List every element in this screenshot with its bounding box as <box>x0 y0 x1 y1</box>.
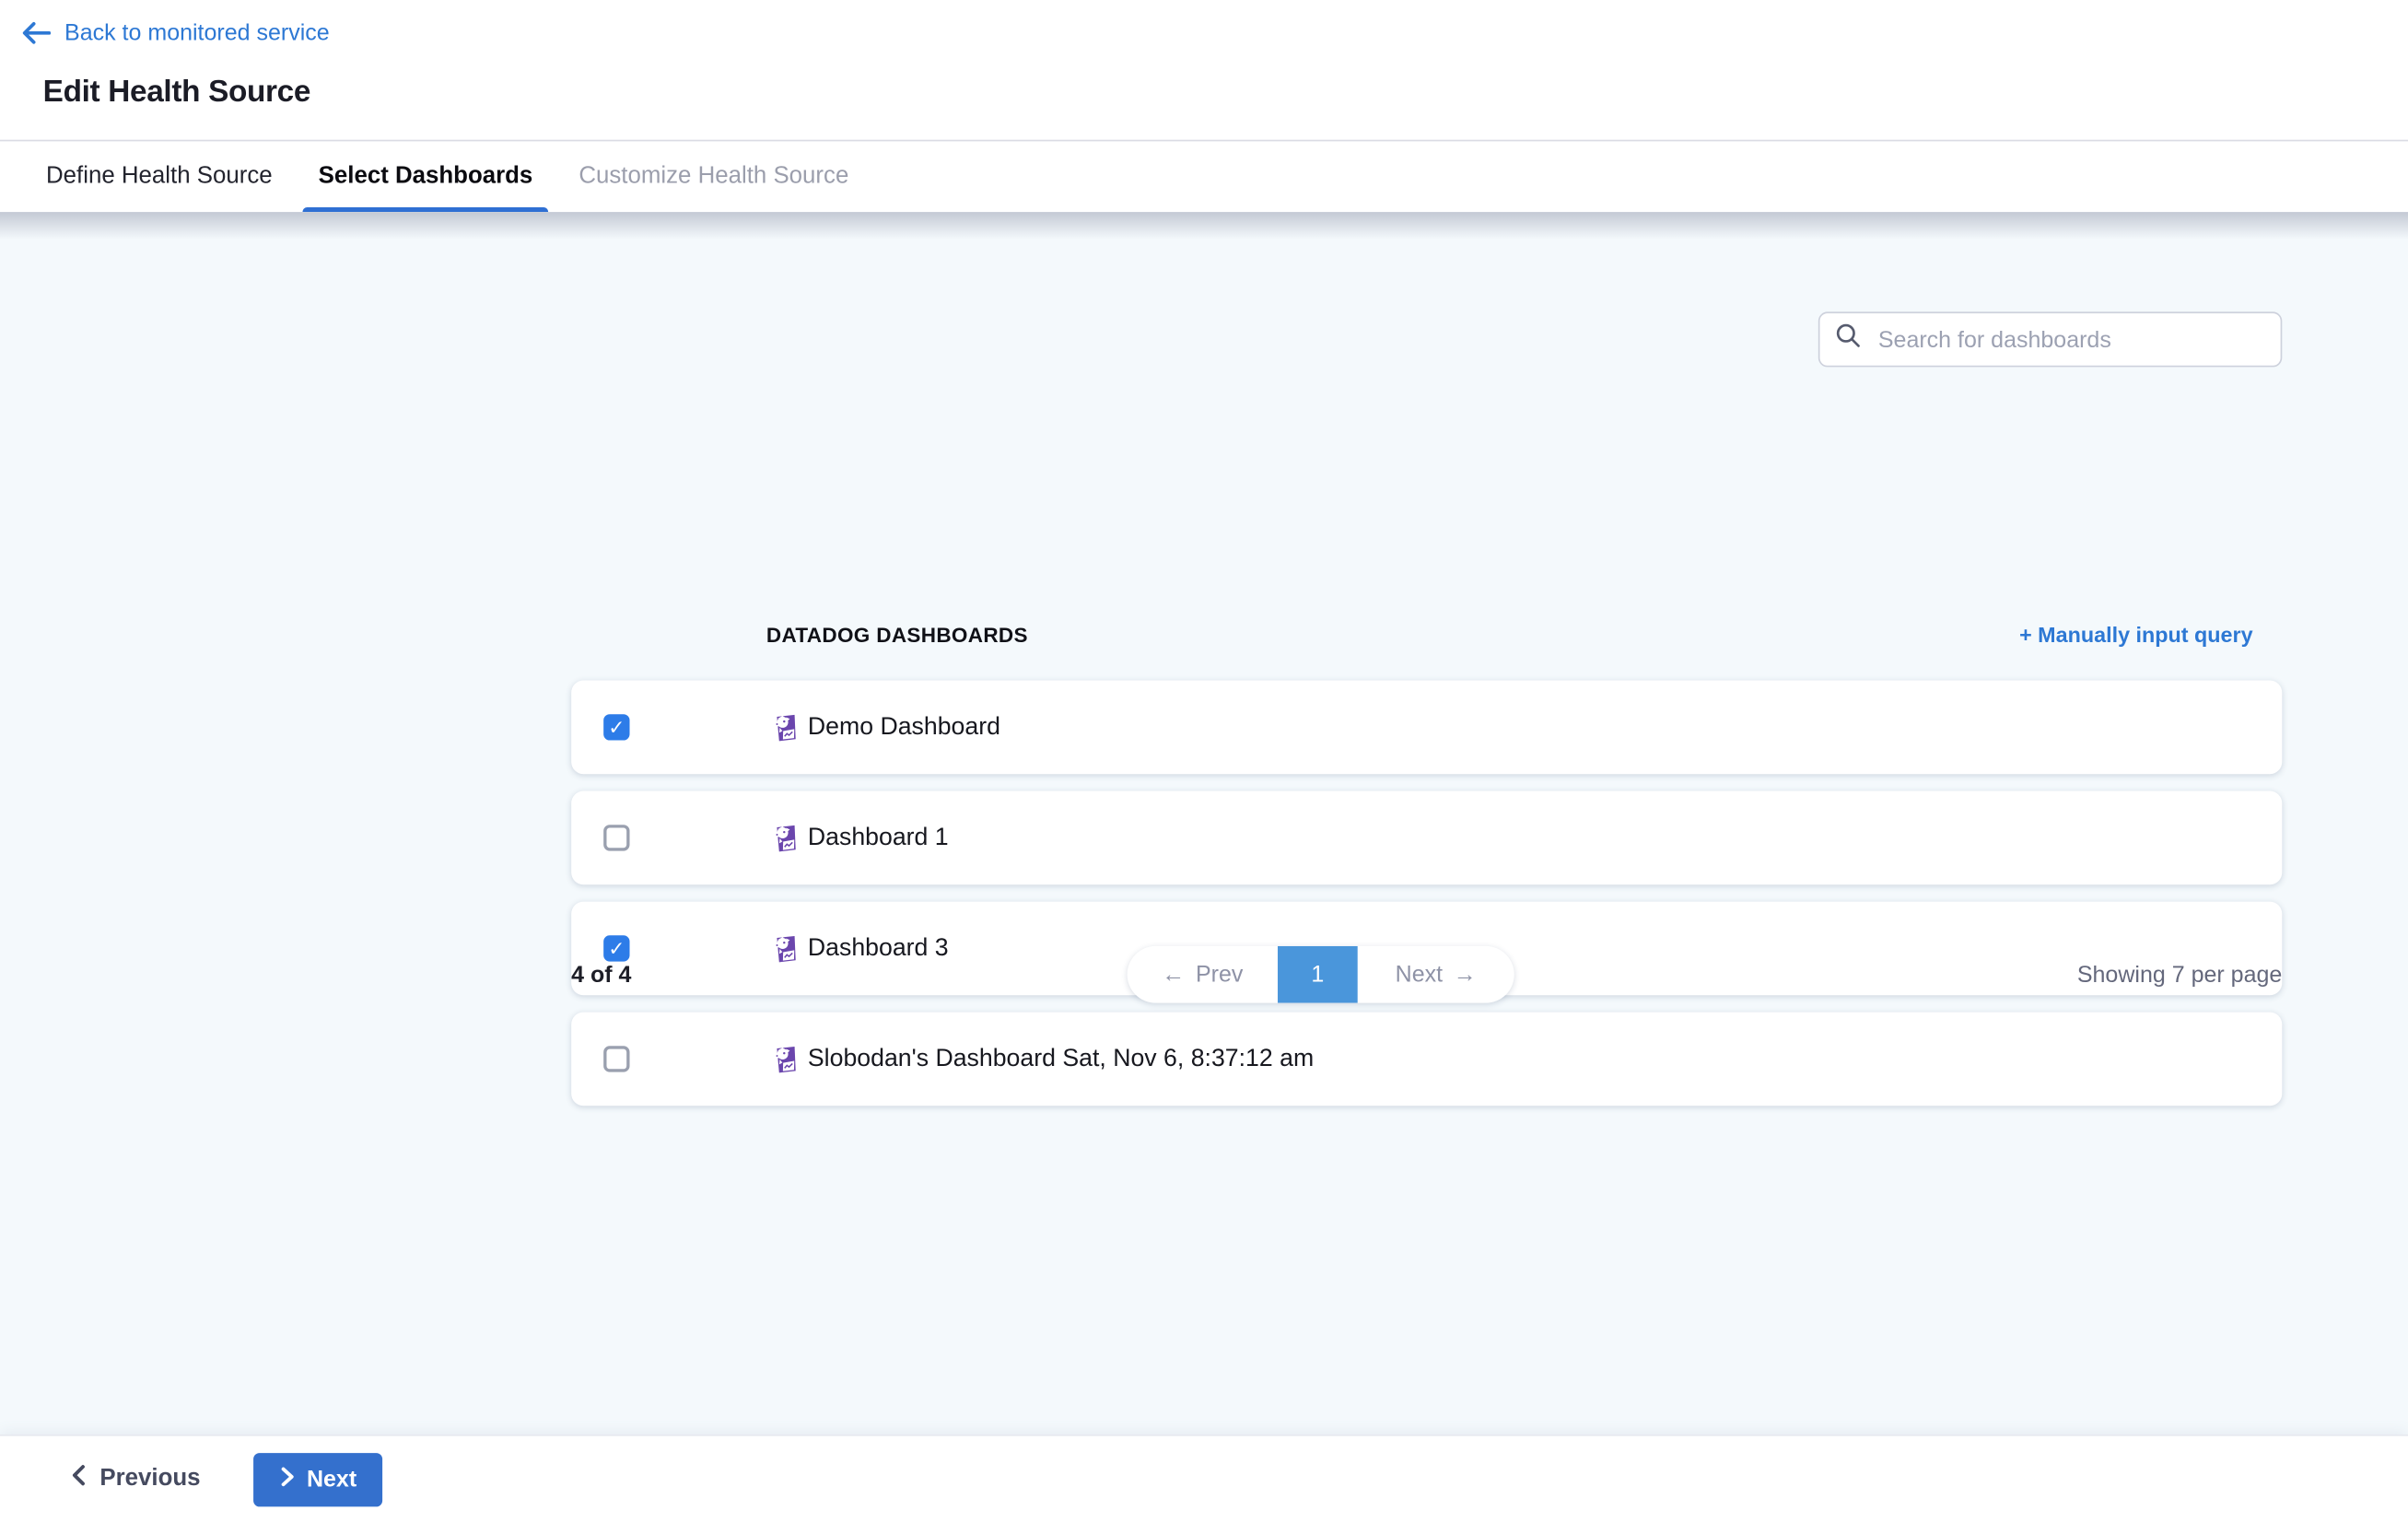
dashboard-row[interactable]: Slobodan's Dashboard Sat, Nov 6, 8:37:12… <box>571 1013 2282 1106</box>
tab-bar: Define Health Source Select Dashboards C… <box>0 140 2408 212</box>
tab-select-dashboards[interactable]: Select Dashboards <box>303 141 548 212</box>
datadog-icon <box>773 1043 799 1075</box>
arrow-right-icon: → <box>1454 962 1477 988</box>
back-link[interactable]: Back to monitored service <box>21 20 329 46</box>
dashboard-row[interactable]: Demo Dashboard <box>571 681 2282 775</box>
tab-label: Customize Health Source <box>579 163 848 191</box>
datadog-icon <box>773 822 799 854</box>
back-link-label: Back to monitored service <box>64 20 330 46</box>
column-header: DATADOG DASHBOARDS <box>766 624 1028 647</box>
tab-label: Define Health Source <box>46 163 273 191</box>
next-page-label: Next <box>1396 962 1443 988</box>
dashboard-name: Slobodan's Dashboard Sat, Nov 6, 8:37:12… <box>808 1045 1314 1072</box>
dashboard-row-main: Demo Dashboard <box>773 711 1000 743</box>
page-number-button[interactable]: 1 <box>1278 946 1358 1003</box>
dashboard-row-main: Slobodan's Dashboard Sat, Nov 6, 8:37:12… <box>773 1043 1315 1075</box>
back-arrow-icon <box>21 21 51 44</box>
dashboard-search <box>1818 311 2282 367</box>
prev-page-label: Prev <box>1196 962 1243 988</box>
dashboard-checkbox[interactable] <box>603 714 629 740</box>
dashboard-select-panel: DATADOG DASHBOARDS + Manually input quer… <box>0 212 2408 1436</box>
dashboard-row-main: Dashboard 1 <box>773 822 949 854</box>
dashboard-row[interactable]: Dashboard 1 <box>571 791 2282 885</box>
datadog-icon <box>773 711 799 743</box>
manual-input-query-link[interactable]: + Manually input query <box>2019 622 2253 647</box>
result-count: 4 of 4 <box>571 962 631 988</box>
tab-customize-health-source[interactable]: Customize Health Source <box>564 141 864 212</box>
search-input[interactable] <box>1876 325 2265 355</box>
dashboard-checkbox[interactable] <box>603 1046 629 1071</box>
dashboard-name: Dashboard 1 <box>808 824 949 851</box>
per-page-label: Showing 7 per page <box>2077 962 2282 988</box>
wizard-footer: Previous Next <box>0 1436 2408 1522</box>
chevron-right-icon <box>281 1466 295 1492</box>
tab-define-health-source[interactable]: Define Health Source <box>30 141 287 212</box>
dashboard-checkbox[interactable] <box>603 825 629 850</box>
edit-health-source-page: Back to monitored service Edit Health So… <box>0 0 2408 1515</box>
previous-step-label: Previous <box>99 1465 200 1493</box>
chevron-left-icon <box>71 1464 87 1494</box>
page-title: Edit Health Source <box>43 76 2408 111</box>
page-header: Back to monitored service Edit Health So… <box>0 0 2408 111</box>
next-step-label: Next <box>307 1466 357 1492</box>
previous-step-button[interactable]: Previous <box>71 1464 201 1494</box>
search-icon <box>1835 322 1861 357</box>
pager: ← Prev 1 Next → <box>1128 946 1514 1003</box>
arrow-left-icon: ← <box>1162 962 1185 988</box>
next-page-button[interactable]: Next → <box>1358 946 1514 1003</box>
prev-page-button[interactable]: ← Prev <box>1128 946 1278 1003</box>
next-step-button[interactable]: Next <box>254 1452 383 1505</box>
dashboard-list: Demo Dashboard <box>571 681 2282 1123</box>
pagination-row: 4 of 4 ← Prev 1 Next → Showing 7 per pag… <box>0 946 2408 1003</box>
tab-label: Select Dashboards <box>319 163 533 191</box>
dashboard-name: Demo Dashboard <box>808 713 1000 741</box>
